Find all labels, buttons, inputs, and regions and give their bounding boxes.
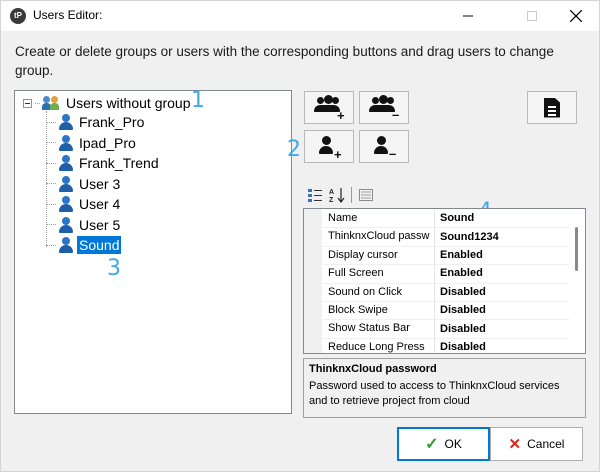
user-icon bbox=[58, 196, 74, 212]
property-name: Reduce Long Press bbox=[322, 338, 435, 353]
property-row[interactable]: ThinknxCloud passw Sound1234 bbox=[322, 228, 569, 247]
alphabetical-view-button[interactable]: A Z bbox=[326, 185, 348, 205]
app-icon: tP bbox=[10, 8, 26, 24]
property-value[interactable]: Disabled bbox=[435, 302, 486, 319]
property-value[interactable]: Sound bbox=[435, 210, 474, 227]
property-name: Full Screen bbox=[322, 265, 435, 283]
svg-text:A: A bbox=[329, 189, 334, 196]
group-icon bbox=[42, 96, 60, 110]
property-name: Show Status Bar bbox=[322, 320, 435, 338]
property-value[interactable]: Disabled bbox=[435, 339, 486, 353]
user-label: User 5 bbox=[79, 216, 121, 233]
sort-alphabetical-icon: A Z bbox=[329, 188, 345, 203]
property-name: ThinknxCloud passw bbox=[322, 228, 435, 246]
property-name: Sound on Click bbox=[322, 283, 435, 301]
tree-user-item[interactable]: User 4 bbox=[46, 194, 122, 214]
user-icon bbox=[58, 237, 74, 253]
property-row[interactable]: Block Swipe Disabled bbox=[322, 302, 569, 321]
property-name: Display cursor bbox=[322, 246, 435, 265]
property-row[interactable]: Display cursor Enabled bbox=[322, 246, 569, 266]
document-button[interactable] bbox=[527, 91, 577, 124]
remove-group-icon: – bbox=[369, 94, 399, 121]
tree-root-label: Users without group bbox=[66, 95, 191, 111]
property-row[interactable]: Reduce Long Press Disabled bbox=[322, 338, 569, 353]
checkmark-icon: ✓ bbox=[425, 436, 439, 453]
title-bar: tP Users Editor: bbox=[1, 1, 599, 31]
add-user-button[interactable]: + bbox=[304, 130, 354, 163]
property-pages-button[interactable] bbox=[355, 185, 377, 205]
close-icon bbox=[570, 10, 582, 22]
remove-user-button[interactable]: – bbox=[359, 130, 409, 163]
svg-text:Z: Z bbox=[329, 197, 334, 203]
cancel-x-icon: ✕ bbox=[508, 436, 522, 453]
cancel-button[interactable]: ✕ Cancel bbox=[490, 427, 583, 461]
selected-user-label: Sound bbox=[77, 236, 122, 254]
add-group-button[interactable]: + bbox=[304, 91, 354, 124]
property-value[interactable]: Disabled bbox=[435, 321, 486, 338]
property-row[interactable]: Sound on Click Disabled bbox=[322, 283, 569, 302]
user-icon bbox=[58, 114, 74, 130]
ok-button[interactable]: ✓ OK bbox=[397, 427, 490, 461]
users-editor-window: tP Users Editor: Create or delete groups… bbox=[0, 0, 600, 472]
user-label: User 4 bbox=[79, 196, 121, 212]
maximize-icon bbox=[527, 11, 537, 21]
tree-user-item-selected[interactable]: Sound bbox=[46, 235, 122, 255]
annotation-1: 1 bbox=[191, 88, 205, 113]
minimize-icon bbox=[463, 15, 473, 17]
user-icon bbox=[58, 175, 74, 192]
categorized-view-button[interactable] bbox=[304, 185, 326, 205]
maximize-button bbox=[509, 1, 555, 31]
property-value[interactable]: Enabled bbox=[435, 265, 483, 282]
tree-user-item[interactable]: Ipad_Pro bbox=[46, 133, 138, 153]
add-group-icon: + bbox=[314, 94, 345, 122]
property-name: Block Swipe bbox=[322, 302, 435, 320]
property-help-box: ThinknxCloud password Password used to a… bbox=[303, 358, 586, 418]
collapse-icon[interactable] bbox=[23, 98, 32, 108]
window-title: Users Editor: bbox=[33, 8, 103, 22]
annotation-3: 3 bbox=[107, 256, 121, 281]
property-grid-toolbar: A Z bbox=[304, 184, 377, 206]
property-name: Name bbox=[322, 210, 435, 228]
tree-user-item[interactable]: User 5 bbox=[46, 215, 122, 235]
tree-user-item[interactable]: User 3 bbox=[46, 174, 122, 194]
minimize-button[interactable] bbox=[445, 1, 491, 31]
tree-root-group[interactable]: Users without group bbox=[23, 94, 193, 112]
property-grid-scrollbar[interactable] bbox=[569, 209, 585, 353]
document-icon bbox=[544, 97, 560, 118]
property-row[interactable]: Name Sound bbox=[322, 210, 569, 229]
close-button[interactable] bbox=[553, 1, 599, 31]
property-pages-icon bbox=[359, 189, 373, 201]
scrollbar-thumb[interactable] bbox=[575, 227, 578, 271]
users-tree[interactable]: Users without group Frank_Pro Ipad_Pro F… bbox=[14, 90, 292, 414]
ok-label: OK bbox=[444, 437, 462, 451]
user-icon bbox=[58, 134, 74, 151]
user-label: User 3 bbox=[79, 175, 121, 192]
user-label: Frank_Pro bbox=[79, 114, 145, 130]
property-row[interactable]: Show Status Bar Disabled bbox=[322, 320, 569, 339]
instructions-text: Create or delete groups or users with th… bbox=[15, 44, 554, 78]
property-grid[interactable]: Name Sound ThinknxCloud passw Sound1234 … bbox=[303, 208, 586, 354]
user-label: Frank_Trend bbox=[79, 155, 159, 171]
add-user-icon: + bbox=[314, 134, 344, 161]
annotation-2: 2 bbox=[287, 137, 301, 162]
tree-user-item[interactable]: Frank_Trend bbox=[46, 153, 161, 173]
help-description: Password used to access to ThinknxCloud … bbox=[309, 380, 560, 407]
property-row[interactable]: Full Screen Enabled bbox=[322, 265, 569, 284]
user-label: Ipad_Pro bbox=[79, 134, 136, 151]
user-icon bbox=[58, 155, 74, 171]
help-title: ThinknxCloud password bbox=[309, 363, 437, 375]
property-value[interactable]: Enabled bbox=[435, 247, 483, 264]
tree-user-item[interactable]: Frank_Pro bbox=[46, 112, 146, 132]
property-value[interactable]: Disabled bbox=[435, 284, 486, 301]
remove-user-icon: – bbox=[369, 134, 399, 160]
cancel-label: Cancel bbox=[527, 437, 565, 451]
remove-group-button[interactable]: – bbox=[359, 91, 409, 124]
categorized-icon bbox=[308, 189, 322, 202]
property-value[interactable]: Sound1234 bbox=[435, 229, 499, 246]
user-icon bbox=[58, 216, 74, 233]
